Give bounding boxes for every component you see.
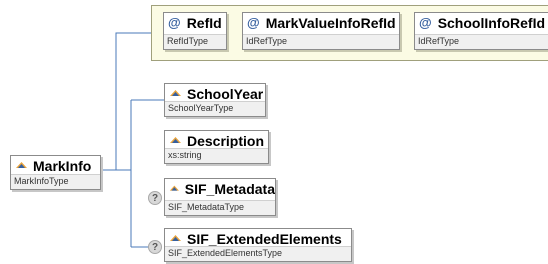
question-mark-icon: ? bbox=[148, 240, 162, 254]
element-schoolyear[interactable]: SchoolYear SchoolYearType bbox=[164, 83, 266, 117]
element-diamond-icon bbox=[170, 137, 181, 143]
at-sign-icon: @ bbox=[419, 15, 432, 30]
question-mark-icon: ? bbox=[148, 191, 162, 205]
at-sign-icon: @ bbox=[168, 15, 181, 30]
attribute-markvalueinforefid[interactable]: @ MarkValueInfoRefId IdRefType bbox=[242, 12, 400, 50]
attribute-name: SchoolInfoRefId bbox=[437, 14, 546, 31]
element-sif-extendedelements[interactable]: SIF_ExtendedElements SIF_ExtendedElement… bbox=[164, 228, 352, 262]
root-element-markinfo[interactable]: MarkInfo MarkInfoType bbox=[10, 155, 101, 190]
element-diamond-icon bbox=[16, 162, 27, 168]
element-type: SchoolYearType bbox=[165, 101, 265, 116]
element-diamond-icon bbox=[170, 235, 181, 241]
element-name: SIF_ExtendedElements bbox=[187, 230, 342, 247]
element-name: MarkInfo bbox=[33, 157, 92, 174]
element-name: SIF_Metadata bbox=[184, 180, 275, 197]
attribute-type: RefIdType bbox=[164, 34, 226, 49]
attribute-refid[interactable]: @ RefId RefIdType bbox=[163, 12, 227, 50]
element-type: MarkInfoType bbox=[11, 174, 100, 189]
element-name: SchoolYear bbox=[187, 85, 264, 102]
element-name: Description bbox=[187, 132, 265, 149]
element-type: xs:string bbox=[165, 148, 268, 163]
element-type: SIF_MetadataType bbox=[165, 200, 275, 215]
element-diamond-icon bbox=[170, 90, 181, 96]
attribute-name: MarkValueInfoRefId bbox=[265, 14, 396, 31]
attribute-schoolinforefid[interactable]: @ SchoolInfoRefId IdRefType bbox=[414, 12, 548, 50]
element-sif-metadata[interactable]: SIF_Metadata SIF_MetadataType bbox=[164, 178, 276, 216]
element-diamond-icon bbox=[169, 185, 179, 191]
element-type: SIF_ExtendedElementsType bbox=[165, 246, 351, 261]
attribute-type: IdRefType bbox=[243, 34, 399, 49]
attribute-type: IdRefType bbox=[415, 34, 548, 49]
at-sign-icon: @ bbox=[247, 15, 260, 30]
attribute-name: RefId bbox=[186, 14, 222, 31]
element-description[interactable]: Description xs:string bbox=[164, 130, 269, 164]
